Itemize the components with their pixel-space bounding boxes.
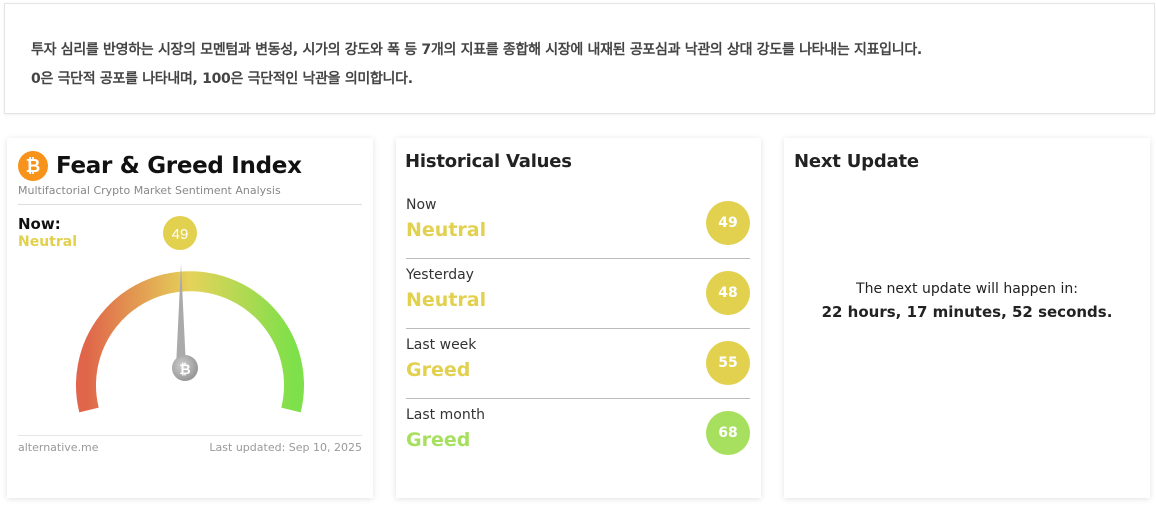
history-status: Neutral	[406, 219, 487, 241]
fear-greed-header: ₿ Fear & Greed Index	[18, 151, 302, 181]
history-row-now: Now Neutral 49	[406, 189, 750, 259]
source-link[interactable]: alternative.me	[18, 441, 99, 454]
description-line-2: 0은 극단적 공포를 나타내며, 100은 극단적인 낙관을 의미합니다.	[31, 71, 413, 87]
description-line-1: 투자 심리를 반영하는 시장의 모멘텀과 변동성, 시가의 강도와 폭 등 7개…	[31, 42, 922, 58]
history-label: Last week	[406, 337, 477, 353]
history-row-yesterday: Yesterday Neutral 48	[406, 259, 750, 329]
now-label: Now:	[18, 215, 61, 233]
value-bubble-label: 49	[172, 226, 189, 243]
history-status: Greed	[406, 359, 471, 381]
value-bubble: 49	[163, 216, 197, 250]
footer-divider	[18, 435, 362, 436]
description-panel: 투자 심리를 반영하는 시장의 모멘텀과 변동성, 시가의 강도와 폭 등 7개…	[4, 3, 1155, 114]
history-label: Yesterday	[406, 267, 474, 283]
last-updated: Last updated: Sep 10, 2025	[209, 441, 362, 454]
history-label: Now	[406, 197, 437, 213]
history-row-last-month: Last month Greed 68	[406, 399, 750, 469]
historical-title: Historical Values	[405, 151, 572, 172]
history-value-badge: 68	[706, 411, 750, 455]
history-label: Last month	[406, 407, 486, 423]
fear-greed-subtitle: Multifactorial Crypto Market Sentiment A…	[18, 184, 281, 197]
gauge-hub: ₿	[172, 355, 198, 381]
history-value-badge: 49	[706, 201, 750, 245]
historical-values-card: Historical Values Now Neutral 49 Yesterd…	[396, 138, 761, 498]
next-update-text: The next update will happen in:	[856, 281, 1078, 297]
history-value-badge: 55	[706, 341, 750, 385]
divider	[18, 204, 362, 205]
history-row-last-week: Last week Greed 55	[406, 329, 750, 399]
sentiment-gauge: 49 ₿	[76, 216, 304, 413]
history-status: Neutral	[406, 289, 487, 311]
svg-text:₿: ₿	[179, 362, 190, 378]
fear-greed-title: Fear & Greed Index	[56, 153, 302, 179]
next-update-countdown: 22 hours, 17 minutes, 52 seconds.	[821, 303, 1113, 321]
gauge-arc	[76, 271, 304, 413]
next-update-title: Next Update	[794, 151, 919, 172]
fear-greed-card: ₿ Fear & Greed Index Multifactorial Cryp…	[7, 138, 373, 498]
next-update-card: Next Update The next update will happen …	[784, 138, 1150, 498]
history-status: Greed	[406, 429, 471, 451]
history-value-badge: 48	[706, 271, 750, 315]
bitcoin-icon: ₿	[18, 151, 48, 181]
